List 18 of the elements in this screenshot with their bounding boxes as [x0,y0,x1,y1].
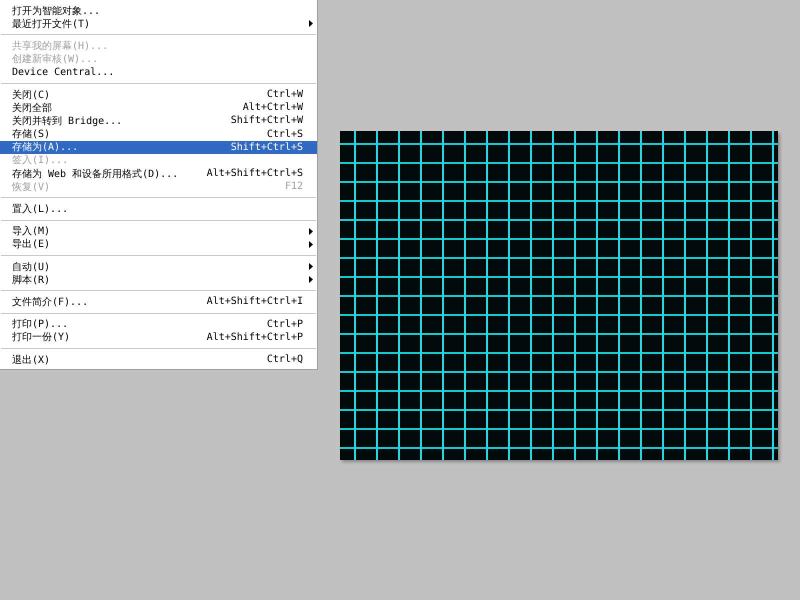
menu-item[interactable]: 打开为智能对象... [0,4,317,18]
menu-item[interactable]: 关闭全部 Alt+Ctrl+W [0,101,317,114]
menu-item[interactable]: 存储为(A)... Shift+Ctrl+S [0,140,317,154]
menu-item[interactable]: 最近打开文件(T) [0,17,317,30]
menu-item[interactable]: 自动(U) [0,260,317,274]
menu-item[interactable]: 导入(M) [0,224,317,238]
menu-item[interactable]: 关闭并转到 Bridge... Shift+Ctrl+W [0,114,317,128]
menu-item[interactable]: 置入(L)... [0,202,317,216]
menu-item[interactable]: 文件简介(F)... Alt+Shift+Ctrl+I [0,295,317,309]
menu-item[interactable]: 关闭(C) Ctrl+W [0,88,317,102]
menu-item[interactable]: 存储(S) Ctrl+S [0,128,317,141]
menu-item[interactable]: 导出(E) [0,238,317,251]
menu-item[interactable]: 退出(X) Ctrl+Q [0,352,317,366]
menu-item[interactable]: 打印(P)... Ctrl+P [0,318,317,331]
menu-item[interactable]: 打印一份(Y) Alt+Shift+Ctrl+P [0,330,317,344]
menu-item[interactable]: Device Central... [0,66,317,79]
menu-item[interactable]: 存储为 Web 和设备所用格式(D)... Alt+Shift+Ctrl+S [0,167,317,180]
menu-item[interactable]: 脚本(R) [0,273,317,286]
